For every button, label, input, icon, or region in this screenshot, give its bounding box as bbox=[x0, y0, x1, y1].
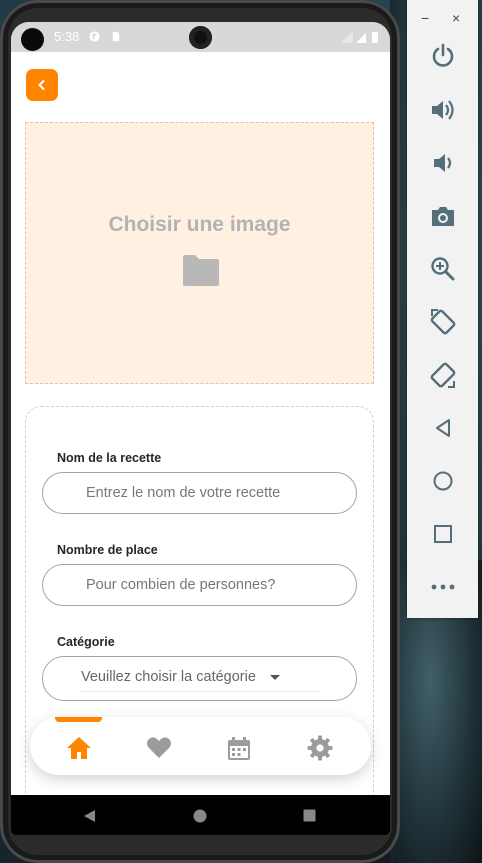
status-time: 5:38 bbox=[54, 29, 80, 44]
rotate-right-button[interactable] bbox=[427, 359, 459, 391]
image-picker-label: Choisir une image bbox=[108, 213, 291, 236]
places-input[interactable]: Pour combien de personnes? bbox=[42, 564, 357, 606]
category-label: Catégorie bbox=[57, 635, 115, 649]
camera-cutout bbox=[189, 26, 212, 49]
zoom-button[interactable] bbox=[427, 253, 459, 285]
emulator-home-button[interactable] bbox=[427, 465, 459, 497]
rotate-left-icon bbox=[430, 309, 456, 335]
home-icon bbox=[67, 737, 91, 759]
places-placeholder: Pour combien de personnes? bbox=[86, 577, 276, 593]
emulator-overview-button[interactable] bbox=[427, 518, 459, 550]
emulator-toolbar: − × bbox=[407, 0, 478, 618]
more-icon bbox=[431, 584, 455, 590]
recipe-name-input[interactable]: Entrez le nom de votre recette bbox=[42, 472, 357, 514]
select-underline bbox=[81, 691, 321, 692]
overview-square-icon bbox=[434, 525, 452, 543]
chevron-left-icon bbox=[38, 80, 45, 90]
volume-down-button[interactable] bbox=[427, 147, 459, 179]
system-navigation-bar bbox=[11, 795, 390, 835]
nav-settings[interactable] bbox=[306, 734, 334, 762]
nav-home[interactable] bbox=[65, 734, 93, 762]
front-camera-icon bbox=[21, 28, 44, 51]
rotate-left-button[interactable] bbox=[427, 306, 459, 338]
power-icon bbox=[432, 43, 454, 67]
back-icon bbox=[436, 419, 450, 437]
more-options-button[interactable] bbox=[427, 571, 459, 603]
system-home-icon[interactable] bbox=[193, 809, 207, 823]
sd-card-icon bbox=[112, 31, 120, 42]
category-select[interactable]: Veuillez choisir la catégorie bbox=[42, 656, 357, 701]
phone-screen: 5:38 Choisir une image Nom de la recette… bbox=[11, 22, 390, 835]
phone-frame: 5:38 Choisir une image Nom de la recette… bbox=[0, 0, 400, 863]
volume-up-button[interactable] bbox=[427, 94, 459, 126]
camera-icon bbox=[432, 207, 454, 226]
home-circle-icon bbox=[433, 471, 453, 491]
notification-icon bbox=[89, 31, 100, 42]
power-button[interactable] bbox=[427, 40, 459, 72]
zoom-in-icon bbox=[431, 257, 455, 281]
gear-icon bbox=[307, 735, 333, 761]
nav-favorites[interactable] bbox=[145, 734, 173, 762]
close-button[interactable]: × bbox=[452, 10, 460, 26]
heart-icon bbox=[147, 737, 171, 758]
dropdown-arrow-icon bbox=[270, 675, 280, 680]
back-button[interactable] bbox=[26, 69, 58, 101]
nav-calendar[interactable] bbox=[225, 734, 253, 762]
category-value: Veuillez choisir la catégorie bbox=[81, 669, 256, 685]
rotate-right-icon bbox=[430, 362, 456, 388]
volume-down-icon bbox=[434, 154, 452, 172]
calendar-icon bbox=[228, 736, 250, 760]
system-recents-icon[interactable] bbox=[303, 809, 316, 822]
recipe-name-placeholder: Entrez le nom de votre recette bbox=[86, 485, 281, 501]
active-tab-indicator bbox=[55, 717, 102, 722]
volume-up-icon bbox=[432, 100, 454, 120]
places-label: Nombre de place bbox=[57, 543, 158, 557]
image-picker[interactable]: Choisir une image bbox=[25, 122, 374, 384]
status-bar: 5:38 bbox=[11, 22, 390, 52]
minimize-button[interactable]: − bbox=[421, 10, 429, 26]
recipe-name-label: Nom de la recette bbox=[57, 451, 162, 465]
screenshot-button[interactable] bbox=[427, 200, 459, 232]
system-back-icon[interactable] bbox=[83, 809, 96, 823]
emulator-back-button[interactable] bbox=[427, 412, 459, 444]
folder-icon bbox=[183, 255, 219, 286]
signal-battery-icons bbox=[341, 31, 378, 43]
